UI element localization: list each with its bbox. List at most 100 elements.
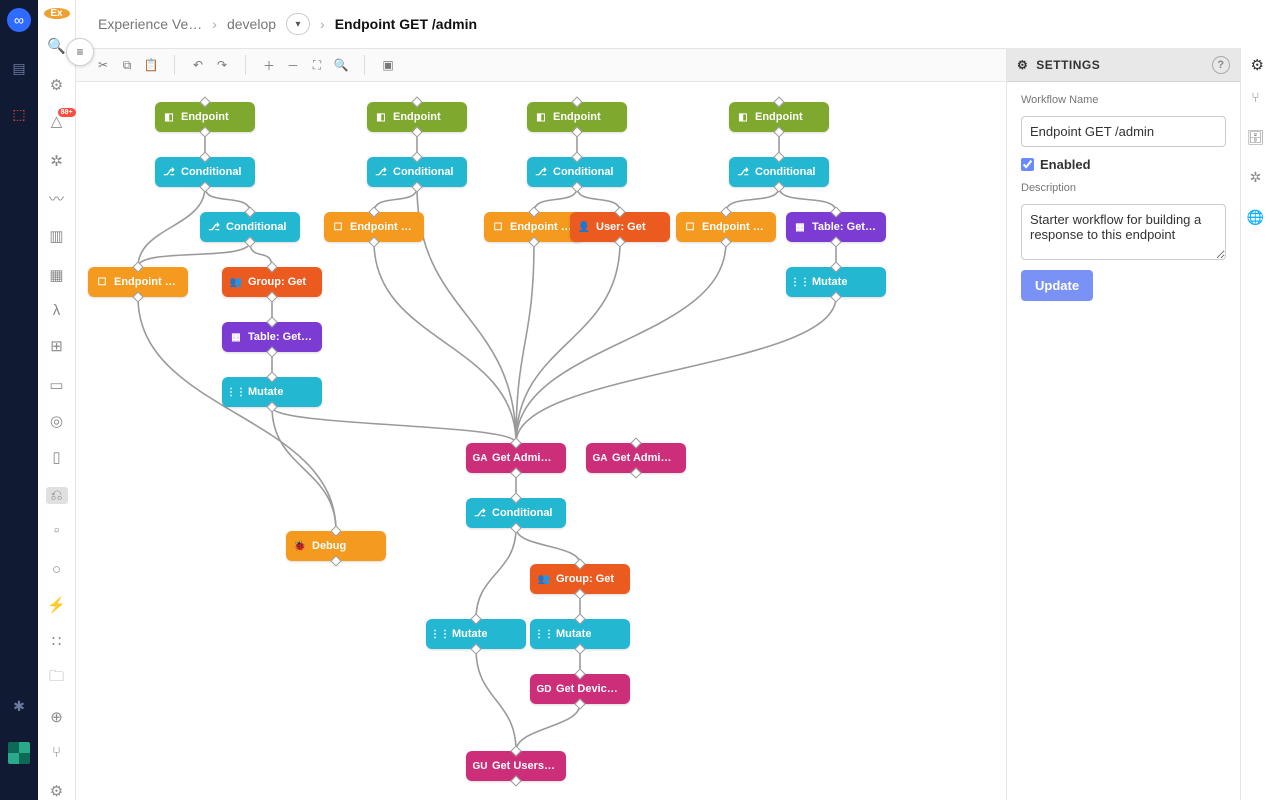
node-label: Mutate: [812, 276, 847, 288]
workflow-name-label: Workflow Name: [1021, 94, 1226, 106]
node-label: Conditional: [492, 507, 553, 519]
zoom-in-button[interactable]: ＋: [258, 54, 280, 76]
redo-button[interactable]: ↷: [211, 54, 233, 76]
node-icon: ◧: [163, 111, 175, 123]
node-label: Endpoint Reply: [350, 221, 416, 233]
node-icon: GU: [474, 760, 486, 772]
edge-cd1-er1: [138, 187, 205, 267]
tool-alert-icon[interactable]: △88+: [46, 112, 68, 130]
node-label: Endpoint Reply: [510, 221, 576, 233]
tool-folder-icon[interactable]: 🗀: [46, 668, 68, 690]
org-avatar[interactable]: Ex: [44, 8, 70, 19]
tool-bolt-icon[interactable]: ⚡: [46, 596, 68, 614]
description-input[interactable]: [1021, 204, 1226, 260]
breadcrumb-branch[interactable]: develop: [227, 16, 276, 32]
node-label: Endpoint Reply: [702, 221, 768, 233]
node-label: Conditional: [226, 221, 287, 233]
node-label: Endpoint: [181, 111, 229, 123]
tool-people-icon[interactable]: ∷: [46, 632, 68, 650]
node-icon: ⋮⋮: [230, 386, 242, 398]
node-icon: 👥: [230, 276, 242, 288]
breadcrumb-branch-dropdown[interactable]: ▾: [286, 13, 310, 35]
right-db-icon[interactable]: 🗄: [1247, 128, 1265, 146]
hamburger-button[interactable]: ≡: [66, 38, 94, 66]
rail-avatar[interactable]: [8, 742, 30, 764]
node-icon: ◧: [535, 111, 547, 123]
tool-wave-icon[interactable]: 〰: [46, 188, 68, 209]
tool-net-icon[interactable]: ⊕: [46, 708, 68, 726]
rail-dashboard-icon[interactable]: ▤: [9, 58, 29, 78]
workflow-canvas[interactable]: ◧Endpoint◧Endpoint◧Endpoint◧Endpoint⎇Con…: [76, 82, 1006, 800]
node-label: Mutate: [556, 628, 591, 640]
node-icon: ⎇: [375, 166, 387, 178]
edge-er3-ga1: [516, 242, 534, 443]
breadcrumb-root[interactable]: Experience Ve…: [98, 16, 202, 32]
tool-nt-icon[interactable]: ▫: [46, 522, 68, 539]
right-cog-icon[interactable]: ✲: [1247, 168, 1265, 186]
fit-button[interactable]: ⛶: [306, 54, 328, 76]
tool-search-icon[interactable]: 🔍: [46, 37, 68, 55]
undo-button[interactable]: ↶: [187, 54, 209, 76]
zoom-out-button[interactable]: －: [282, 54, 304, 76]
tool-book-icon[interactable]: ▯: [46, 448, 68, 466]
breadcrumb: Experience Ve… › develop ▾ › Endpoint GE…: [76, 0, 1270, 48]
tool-chart-icon[interactable]: ▥: [46, 227, 68, 245]
node-icon: ⎇: [208, 221, 220, 233]
node-icon: ⋮⋮: [538, 628, 550, 640]
node-label: Get Users b…: [492, 760, 558, 772]
edge-gd1-gu1: [516, 704, 580, 751]
right-branch-icon[interactable]: ⑂: [1247, 88, 1265, 106]
edge-ug1-ga1: [516, 242, 620, 443]
tool-target-icon[interactable]: ◎: [46, 412, 68, 430]
node-label: Get Admin T…: [492, 452, 558, 464]
breadcrumb-sep-1: ›: [212, 16, 217, 32]
tool-calc-icon[interactable]: ▭: [46, 376, 68, 394]
breadcrumb-current: Endpoint GET /admin: [335, 16, 477, 32]
tool-globe2-icon[interactable]: ○: [46, 561, 68, 578]
tool-gear3-icon[interactable]: ⚙: [46, 782, 68, 800]
right-globe-icon[interactable]: 🌐: [1247, 208, 1265, 226]
edge-cd3-er3: [534, 187, 577, 212]
panel-button[interactable]: ▣: [377, 54, 399, 76]
description-label: Description: [1021, 182, 1226, 194]
cut-button[interactable]: ✂: [92, 54, 114, 76]
inspect-button[interactable]: 🔍: [330, 54, 352, 76]
tool-cog2-icon[interactable]: ✲: [46, 152, 68, 170]
update-button[interactable]: Update: [1021, 270, 1093, 301]
tool-grid-icon[interactable]: ▦: [46, 266, 68, 284]
node-label: Group: Get: [248, 276, 306, 288]
edge-cd4-tb2: [779, 187, 836, 212]
rail-graph-icon[interactable]: ✱: [9, 696, 29, 716]
node-label: User: Get: [596, 221, 646, 233]
node-icon: ☐: [684, 221, 696, 233]
workflow-name-input[interactable]: [1021, 116, 1226, 147]
edge-cd5-gg2: [516, 528, 580, 564]
left-toolbar: Ex 🔍 ⚙ △88+ ✲ 〰 ▥ ▦ λ ⊞ ▭ ◎ ▯ ⎌ ▫ ○ ⚡ ∷ …: [38, 0, 76, 800]
tool-branch-icon[interactable]: ⑂: [46, 744, 68, 761]
tool-settings-icon[interactable]: ⚙: [46, 76, 68, 94]
copy-button[interactable]: ⧉: [116, 54, 138, 76]
node-icon: 👤: [578, 221, 590, 233]
paste-button[interactable]: 📋: [140, 54, 162, 76]
app-rail: ∞ ▤ ⬚ ✱: [0, 0, 38, 800]
node-label: Get Devices…: [556, 683, 622, 695]
right-gear-icon[interactable]: ⚙: [1251, 56, 1264, 74]
settings-title: SETTINGS: [1036, 58, 1100, 72]
node-label: Endpoint: [755, 111, 803, 123]
tool-workflow-icon[interactable]: ⎌: [46, 487, 68, 504]
edge-mu4-ga1: [516, 297, 836, 443]
node-icon: 👥: [538, 573, 550, 585]
tool-box-icon[interactable]: ⊞: [46, 337, 68, 355]
edge-mu2-gu1: [476, 649, 516, 751]
help-icon[interactable]: ?: [1212, 56, 1230, 74]
enabled-checkbox[interactable]: [1021, 158, 1034, 171]
node-icon: ◧: [375, 111, 387, 123]
node-label: Endpoint: [393, 111, 441, 123]
node-label: Table: Get …: [248, 331, 314, 343]
node-icon: ⋮⋮: [434, 628, 446, 640]
tool-lambda-icon[interactable]: λ: [46, 302, 68, 319]
rail-cube-icon[interactable]: ⬚: [9, 104, 29, 124]
app-logo[interactable]: ∞: [7, 8, 31, 32]
node-icon: 🐞: [294, 540, 306, 552]
node-label: Endpoint Reply: [114, 276, 180, 288]
